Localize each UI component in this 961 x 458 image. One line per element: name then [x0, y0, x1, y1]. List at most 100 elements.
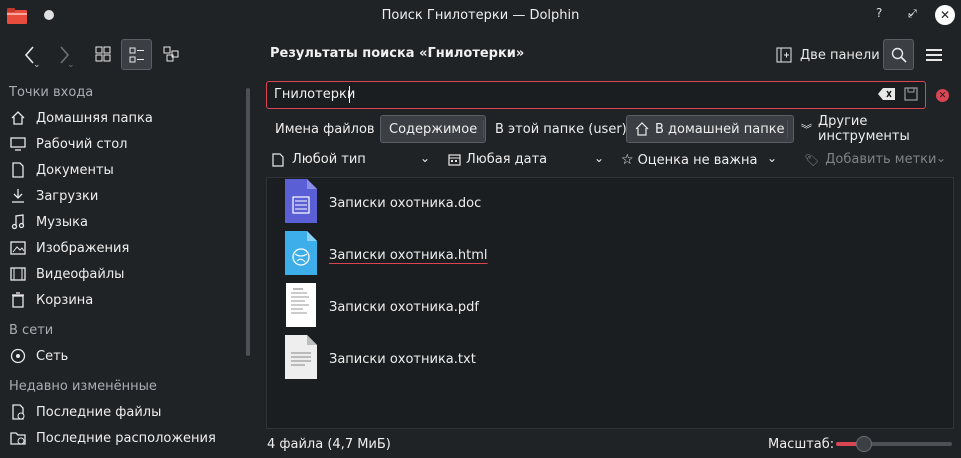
scope-home-folder-label: В домашней папке [655, 121, 785, 137]
close-search-icon[interactable]: ✕ [936, 89, 949, 102]
list-item[interactable]: Записки охотника.pdf [283, 283, 683, 331]
sidebar-item-label: Документы [36, 162, 114, 178]
title-bar: Поиск Гнилотерки — Dolphin ? ⌄ ⤢ ✕ [0, 0, 961, 32]
places-panel: Точки входа Домашняя папка Рабочий стол … [0, 78, 250, 458]
help-icon[interactable]: ? [876, 6, 882, 20]
sidebar-item-recent-locations[interactable]: Последние расположения [8, 426, 240, 450]
calendar-icon [448, 154, 461, 166]
date-filter[interactable]: Любая дата ⌄ [448, 151, 608, 167]
location-label: Результаты поиска «Гнилотерки» [270, 46, 525, 61]
recent-document-icon [8, 402, 28, 422]
file-name: Записки охотника.doc [329, 195, 482, 211]
sidebar-item-label: Домашняя папка [36, 110, 153, 126]
download-icon [8, 186, 28, 206]
date-filter-label: Любая дата [466, 152, 548, 167]
scope-home-folder-button[interactable]: В домашней папке [626, 115, 794, 143]
compact-view-icon [129, 47, 144, 62]
details-view-button[interactable] [156, 39, 186, 69]
hamburger-menu-button[interactable] [920, 40, 948, 70]
text-cursor [349, 86, 350, 103]
split-view-button[interactable]: Две панели [772, 40, 884, 70]
chevron-down-icon: ⌄ [594, 151, 605, 165]
list-item[interactable]: Записки охотника.doc [283, 179, 683, 227]
tags-filter[interactable]: 🏷 Добавить метки ⌄ [804, 151, 954, 167]
sidebar-item-downloads[interactable]: Загрузки [8, 184, 240, 208]
window-title: Поиск Гнилотерки — Dolphin [381, 8, 580, 23]
home-icon [8, 108, 28, 128]
close-window-button[interactable]: ✕ [935, 5, 955, 25]
file-name: Записки охотника.html [329, 247, 488, 263]
sidebar-item-label: Последние файлы [36, 404, 162, 420]
rating-filter[interactable]: ☆ Оценка не важна ⌄ [621, 151, 781, 168]
scope-filenames-button[interactable]: Имена файлов [267, 115, 383, 143]
search-field[interactable]: Гнилотерки [266, 81, 926, 109]
search-input[interactable]: Гнилотерки [274, 87, 355, 102]
icons-view-icon [95, 46, 111, 62]
sidebar-item-recent-files[interactable]: Последние файлы [8, 400, 240, 424]
split-view-label: Две панели [800, 47, 880, 63]
tag-icon: 🏷 [804, 152, 820, 167]
separator [483, 120, 484, 138]
more-tools-button[interactable]: ︾ Другие инструменты [793, 114, 961, 144]
document-icon [8, 160, 28, 180]
sidebar-item-music[interactable]: Музыка [8, 210, 240, 234]
hamburger-icon [926, 49, 942, 61]
sidebar-item-label: Видеофайлы [36, 266, 125, 282]
main-toolbar: ⌄ ⌄ Результаты поиска «Гнилотерки» Две п… [0, 32, 961, 78]
zoom-slider[interactable] [836, 436, 952, 452]
sidebar-item-label: Изображения [36, 240, 130, 256]
icons-view-button[interactable] [88, 39, 118, 69]
restore-icon[interactable]: ⤢ [908, 7, 917, 21]
list-item[interactable]: Записки охотника.txt [283, 335, 683, 383]
back-history-chevron-icon[interactable]: ⌄ [33, 60, 41, 70]
scope-this-folder-button[interactable]: В этой папке (user) [487, 115, 635, 143]
file-name: Записки охотника.txt [329, 351, 476, 367]
type-filter[interactable]: Любой тип ⌄ [272, 151, 432, 167]
file-name: Записки охотника.pdf [329, 299, 479, 315]
chevron-down-icon: ⌄ [936, 151, 947, 165]
chevron-down-icon: ⌄ [767, 151, 778, 165]
pdf-file-icon [283, 283, 317, 331]
sidebar-scrollbar[interactable] [246, 88, 250, 356]
network-icon [8, 346, 28, 366]
sidebar-item-label: Сеть [36, 348, 69, 364]
image-icon [8, 238, 28, 258]
txt-file-icon [283, 335, 317, 383]
search-icon [891, 47, 907, 63]
more-tools-label: Другие инструменты [818, 114, 910, 144]
sidebar-item-pictures[interactable]: Изображения [8, 236, 240, 260]
separator [787, 120, 788, 138]
tags-filter-label: Добавить метки [825, 152, 937, 167]
clear-text-icon[interactable] [878, 87, 896, 105]
details-view-icon [163, 46, 179, 62]
sidebar-item-videos[interactable]: Видеофайлы [8, 262, 240, 286]
trash-icon [8, 290, 28, 310]
split-view-icon [776, 47, 792, 63]
list-item[interactable]: Записки охотника.html [283, 231, 683, 277]
save-search-icon[interactable] [904, 87, 918, 105]
sidebar-item-label: Рабочий стол [36, 136, 128, 152]
sidebar-item-network[interactable]: Сеть [8, 344, 240, 368]
sidebar-item-trash[interactable]: Корзина [8, 288, 240, 312]
section-header-recent: Недавно изменённые [9, 379, 157, 394]
sidebar-item-documents[interactable]: Документы [8, 158, 240, 182]
zoom-slider-handle[interactable] [856, 436, 872, 452]
section-header-network: В сети [9, 323, 54, 338]
search-button[interactable] [883, 39, 914, 70]
status-summary: 4 файла (4,7 МиБ) [267, 437, 391, 452]
rating-filter-label: Оценка не важна [637, 152, 758, 168]
music-note-icon [8, 212, 28, 232]
sidebar-item-desktop[interactable]: Рабочий стол [8, 132, 240, 156]
desktop-icon [8, 134, 28, 154]
doc-file-icon [283, 179, 317, 227]
sidebar-item-label: Последние расположения [36, 430, 216, 446]
sidebar-item-label: Музыка [36, 214, 88, 230]
forward-history-chevron-icon[interactable]: ⌄ [67, 60, 75, 70]
scope-content-button[interactable]: Содержимое [380, 115, 487, 143]
section-header-entry-points: Точки входа [9, 85, 94, 100]
compact-view-button[interactable] [121, 39, 152, 70]
sidebar-item-label: Корзина [36, 292, 94, 308]
sidebar-item-home[interactable]: Домашняя папка [8, 106, 240, 130]
video-icon [8, 264, 28, 284]
double-chevron-down-icon: ︾ [801, 123, 812, 136]
